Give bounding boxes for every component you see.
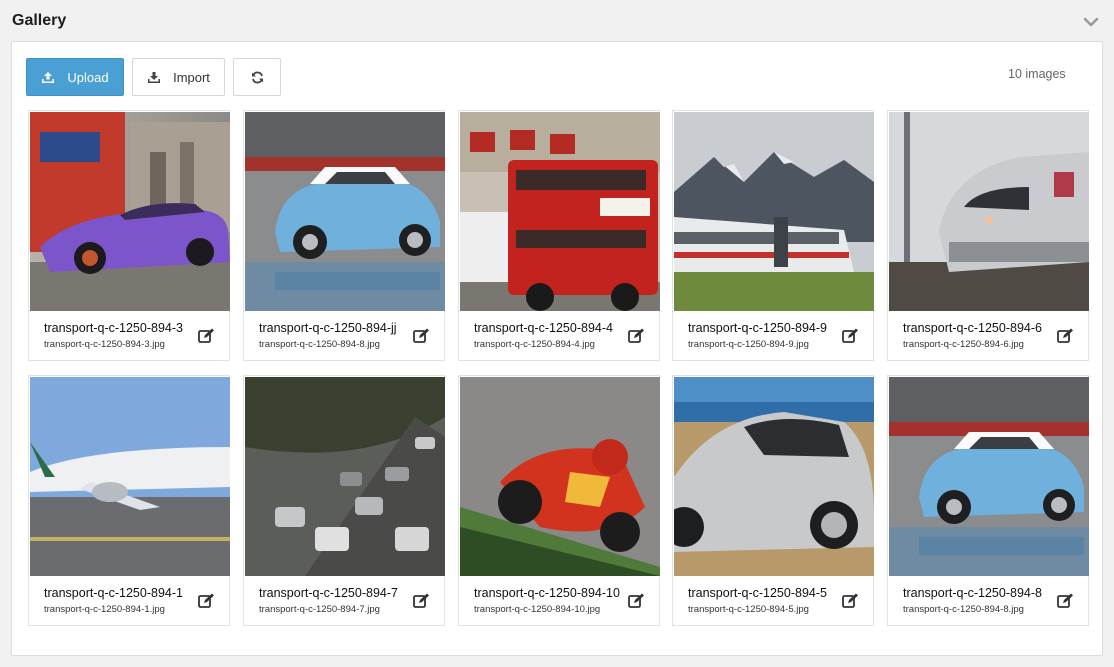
import-button[interactable]: Import: [132, 58, 225, 96]
gallery-card[interactable]: transport-q-c-1250-894-9 transport-q-c-1…: [672, 110, 874, 361]
thumbnail-image[interactable]: [30, 112, 230, 311]
gallery-card[interactable]: transport-q-c-1250-894-3 transport-q-c-1…: [28, 110, 230, 361]
image-title: transport-q-c-1250-894-5: [688, 586, 827, 600]
image-filename: transport-q-c-1250-894-6.jpg: [903, 339, 1024, 350]
page-title: Gallery: [12, 12, 67, 29]
download-icon: [147, 71, 161, 84]
upload-icon: [41, 71, 55, 84]
image-title: transport-q-c-1250-894-jj: [259, 321, 397, 335]
image-title: transport-q-c-1250-894-1: [44, 586, 183, 600]
gallery-card[interactable]: transport-q-c-1250-894-jj transport-q-c-…: [243, 110, 445, 361]
image-title: transport-q-c-1250-894-10: [474, 586, 620, 600]
edit-icon[interactable]: [1056, 327, 1074, 345]
image-title: transport-q-c-1250-894-6: [903, 321, 1042, 335]
gallery-header: Gallery: [0, 0, 1114, 42]
image-filename: transport-q-c-1250-894-8.jpg: [259, 339, 380, 350]
image-count: 10 images: [1008, 67, 1066, 81]
image-filename: transport-q-c-1250-894-5.jpg: [688, 604, 809, 615]
image-filename: transport-q-c-1250-894-4.jpg: [474, 339, 595, 350]
thumbnail-image[interactable]: [460, 377, 660, 576]
image-filename: transport-q-c-1250-894-9.jpg: [688, 339, 809, 350]
gallery-card[interactable]: transport-q-c-1250-894-4 transport-q-c-1…: [458, 110, 660, 361]
thumbnail-image[interactable]: [245, 377, 445, 576]
gallery-card[interactable]: transport-q-c-1250-894-10 transport-q-c-…: [458, 375, 660, 626]
thumbnail-image[interactable]: [674, 112, 874, 311]
thumbnail-image[interactable]: [460, 112, 660, 311]
edit-icon[interactable]: [627, 592, 645, 610]
gallery-card[interactable]: transport-q-c-1250-894-6 transport-q-c-1…: [887, 110, 1089, 361]
edit-icon[interactable]: [841, 592, 859, 610]
image-filename: transport-q-c-1250-894-10.jpg: [474, 604, 601, 615]
gallery-card[interactable]: transport-q-c-1250-894-7 transport-q-c-1…: [243, 375, 445, 626]
image-title: transport-q-c-1250-894-4: [474, 321, 613, 335]
import-label: Import: [173, 69, 210, 85]
edit-icon[interactable]: [412, 327, 430, 345]
edit-icon[interactable]: [197, 592, 215, 610]
image-title: transport-q-c-1250-894-7: [259, 586, 398, 600]
image-title: transport-q-c-1250-894-3: [44, 321, 183, 335]
edit-icon[interactable]: [1056, 592, 1074, 610]
refresh-button[interactable]: [233, 58, 281, 96]
edit-icon[interactable]: [627, 327, 645, 345]
thumbnail-image[interactable]: [245, 112, 445, 311]
edit-icon[interactable]: [412, 592, 430, 610]
chevron-down-icon[interactable]: [1083, 15, 1099, 29]
thumbnail-image[interactable]: [674, 377, 874, 576]
edit-icon[interactable]: [197, 327, 215, 345]
image-title: transport-q-c-1250-894-9: [688, 321, 827, 335]
thumbnail-image[interactable]: [889, 112, 1089, 311]
gallery-card[interactable]: transport-q-c-1250-894-1 transport-q-c-1…: [28, 375, 230, 626]
image-filename: transport-q-c-1250-894-3.jpg: [44, 339, 165, 350]
image-title: transport-q-c-1250-894-8: [903, 586, 1042, 600]
image-filename: transport-q-c-1250-894-8.jpg: [903, 604, 1024, 615]
upload-label: Upload: [67, 69, 109, 85]
thumbnail-image[interactable]: [889, 377, 1089, 576]
edit-icon[interactable]: [841, 327, 859, 345]
gallery-card[interactable]: transport-q-c-1250-894-8 transport-q-c-1…: [887, 375, 1089, 626]
gallery-card[interactable]: transport-q-c-1250-894-5 transport-q-c-1…: [672, 375, 874, 626]
refresh-icon: [251, 71, 264, 84]
image-filename: transport-q-c-1250-894-1.jpg: [44, 604, 165, 615]
gallery-panel: Upload Import 10 images transport-q-c-12…: [11, 41, 1103, 656]
image-filename: transport-q-c-1250-894-7.jpg: [259, 604, 380, 615]
upload-button[interactable]: Upload: [26, 58, 124, 96]
thumbnail-image[interactable]: [30, 377, 230, 576]
